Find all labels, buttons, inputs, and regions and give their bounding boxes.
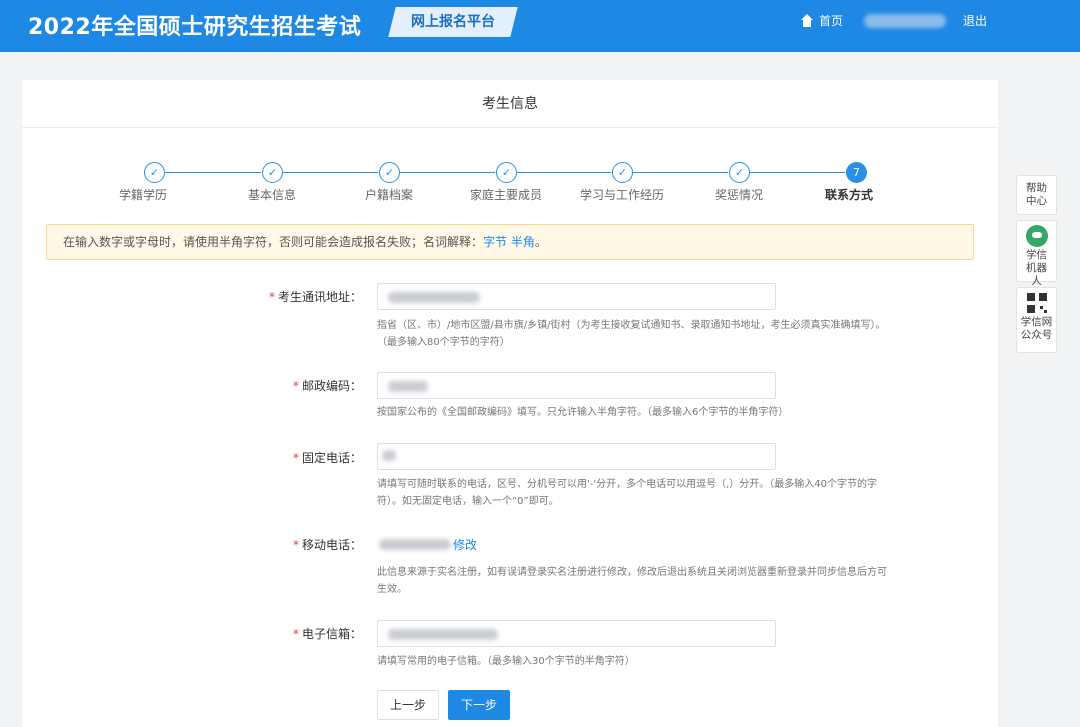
postcode-input[interactable]	[377, 372, 776, 399]
step-check-icon: ✓	[262, 162, 283, 183]
page-title: 考生信息	[22, 80, 998, 128]
wechat-official-button[interactable]: 学信网公众号	[1016, 287, 1057, 353]
help-center-label: 帮助中心	[1026, 182, 1047, 207]
qr-code-icon	[1026, 293, 1047, 313]
email-label: * 电子信箱：	[22, 625, 362, 642]
step-connector	[165, 172, 261, 173]
required-mark: *	[268, 290, 275, 304]
address-label-text: 考生通讯地址：	[277, 290, 362, 304]
step-label: 基本信息	[247, 188, 296, 202]
address-input[interactable]	[377, 283, 776, 310]
site-title: 2022年全国硕士研究生招生考试	[28, 15, 362, 40]
address-hint: 指省（区、市）/地市区盟/县市旗/乡镇/街村（为考生接收复试通知书、录取通知书地…	[377, 320, 886, 348]
step-label: 学籍学历	[118, 188, 167, 202]
phone-input[interactable]	[377, 443, 776, 470]
mobile-value-masked	[379, 539, 451, 550]
mobile-modify-link[interactable]: 修改	[453, 536, 477, 553]
postcode-label: * 邮政编码：	[22, 377, 362, 394]
username-masked	[864, 14, 946, 28]
step-label: 家庭主要成员	[469, 188, 542, 202]
logout-link[interactable]: 退出	[963, 12, 987, 29]
address-label: * 考生通讯地址：	[22, 288, 362, 305]
mobile-label-text: 移动电话：	[301, 538, 362, 552]
candidate-info-card: 考生信息 ✓ ✓ ✓ ✓ ✓ ✓ 7 学籍学历 基本信息 户籍档案 家庭主要成员 学习与工作经历 奖惩情…	[22, 80, 998, 727]
step-check-icon: ✓	[729, 162, 750, 183]
top-header: 2022年全国硕士研究生招生考试 网上报名平台 首页 退出	[0, 0, 1080, 52]
platform-badge: 网上报名平台	[388, 7, 518, 37]
home-link[interactable]: 首页	[800, 12, 843, 29]
robot-label: 学信机器人	[1026, 249, 1047, 287]
email-label-text: 电子信箱：	[301, 627, 362, 641]
step-label: 奖惩情况	[714, 188, 763, 202]
platform-badge-label: 网上报名平台	[411, 14, 495, 30]
required-mark: *	[292, 379, 299, 393]
step-check-icon: ✓	[496, 162, 517, 183]
email-hint: 请填写常用的电子信箱。（最多输入30个字节的半角字符）	[377, 656, 635, 667]
step-current-number: 7	[846, 162, 867, 183]
notice-link-byte[interactable]: 字节	[483, 235, 507, 249]
home-icon	[800, 13, 814, 28]
email-value-masked	[388, 629, 498, 640]
step-connector	[750, 172, 845, 173]
postcode-hint: 按国家公布的《全国邮政编码》填写。只允许输入半角字符。（最多输入6个字节的半角字…	[377, 407, 789, 418]
home-label: 首页	[819, 14, 844, 28]
step-connector	[633, 172, 728, 173]
notice-end: 。	[534, 235, 547, 249]
robot-button[interactable]: 学信机器人	[1016, 220, 1057, 287]
notice-text: 在输入数字或字母时，请使用半角字符，否则可能会造成报名失败；名词解释：	[63, 235, 484, 249]
required-mark: *	[292, 451, 299, 465]
phone-label-text: 固定电话：	[301, 451, 362, 465]
step-check-icon: ✓	[144, 162, 165, 183]
required-mark: *	[292, 627, 299, 641]
step-connector	[283, 172, 378, 173]
step-label: 学习与工作经历	[579, 188, 664, 202]
mobile-hint: 此信息来源于实名注册，如有误请登录实名注册进行修改，修改后退出系统且关闭浏览器重…	[377, 567, 887, 595]
robot-icon	[1025, 225, 1048, 247]
postcode-value-masked	[388, 381, 428, 392]
phone-hint: 请填写可随时联系的电话，区号、分机号可以用'-'分开，多个电话可以用逗号（,）分…	[377, 479, 878, 507]
address-value-masked	[388, 292, 480, 303]
step-check-icon: ✓	[379, 162, 400, 183]
mobile-label: * 移动电话：	[22, 536, 362, 553]
required-mark: *	[292, 538, 299, 552]
notice-banner: 在输入数字或字母时，请使用半角字符，否则可能会造成报名失败；名词解释：字节 半角…	[46, 224, 974, 260]
email-input[interactable]	[377, 620, 776, 647]
step-label: 户籍档案	[364, 188, 413, 202]
phone-label: * 固定电话：	[22, 449, 362, 466]
step-label: 联系方式	[824, 188, 873, 202]
prev-step-button[interactable]: 上一步	[377, 690, 439, 720]
notice-link-halfwidth[interactable]: 半角	[511, 235, 535, 249]
progress-steps: ✓ ✓ ✓ ✓ ✓ ✓ 7 学籍学历 基本信息 户籍档案 家庭主要成员 学习与工作经历 奖惩情况 联系方式	[22, 160, 998, 210]
step-check-icon: ✓	[612, 162, 633, 183]
postcode-label-text: 邮政编码：	[301, 379, 362, 393]
step-connector	[400, 172, 495, 173]
help-center-button[interactable]: 帮助中心	[1016, 175, 1057, 215]
step-connector	[517, 172, 611, 173]
wechat-official-label: 学信网公众号	[1020, 316, 1053, 341]
phone-value-masked	[382, 450, 396, 461]
next-step-button[interactable]: 下一步	[448, 690, 510, 720]
